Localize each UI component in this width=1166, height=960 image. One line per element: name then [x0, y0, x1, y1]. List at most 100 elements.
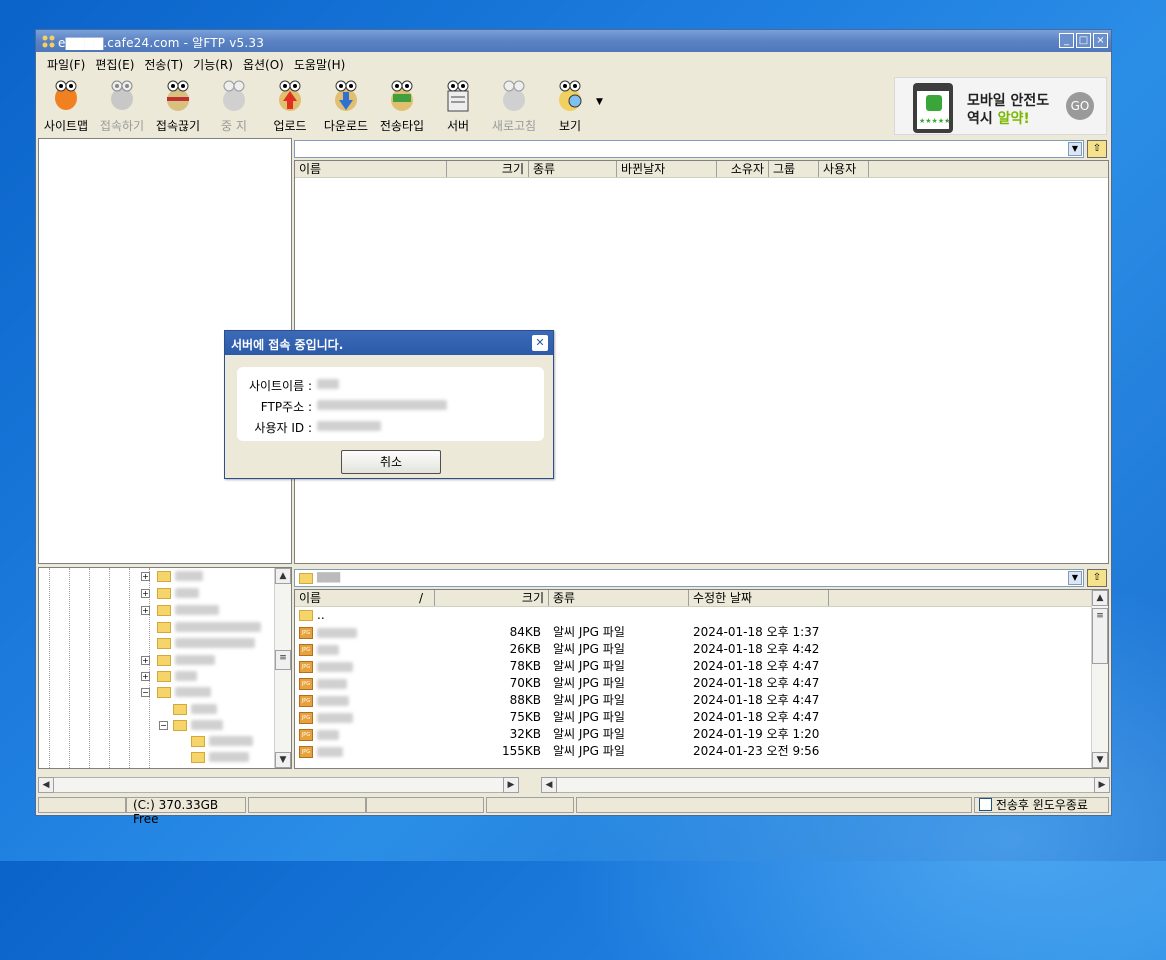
user-id-value	[317, 421, 381, 431]
remote-col-user[interactable]: 사용자	[819, 161, 869, 177]
file-size: 155KB	[501, 744, 541, 758]
toolbar-disconnect-label: 접속끊기	[155, 119, 201, 133]
folder-icon	[299, 610, 313, 621]
remote-col-type[interactable]: 종류	[529, 161, 617, 177]
local-col-size[interactable]: 크기	[437, 590, 549, 606]
status-cell-5	[486, 797, 574, 813]
local-file-list[interactable]: 이름 / 크기 종류 수정한 날짜 .. JPG 84KB 알씨 JPG 파일 202…	[294, 589, 1109, 769]
ad-banner[interactable]: ★★★★★ 모바일 안전도 역시 알약! GO	[894, 77, 1107, 135]
phone-icon: ★★★★★	[913, 83, 953, 133]
table-row[interactable]: JPG 32KB 알씨 JPG 파일 2024-01-19 오후 1:20	[295, 726, 1108, 743]
tree-scroll-up-icon[interactable]: ▲	[275, 568, 291, 584]
local-list-scrollbar[interactable]: ▲ ≡ ▼	[1091, 590, 1108, 768]
file-modified: 2024-01-18 오후 1:37	[693, 625, 820, 639]
sitemap-icon	[55, 80, 77, 110]
jpg-file-icon: JPG	[299, 644, 313, 656]
ad-go-button[interactable]: GO	[1066, 92, 1094, 120]
download-icon	[335, 80, 357, 111]
close-button[interactable]: ×	[1093, 33, 1108, 48]
shutdown-checkbox[interactable]	[979, 798, 992, 811]
file-size: 78KB	[509, 659, 541, 673]
toolbar-transfer-type-label: 전송타입	[379, 119, 425, 133]
table-row[interactable]: JPG 155KB 알씨 JPG 파일 2024-01-23 오전 9:56	[295, 743, 1108, 760]
table-row[interactable]: JPG 75KB 알씨 JPG 파일 2024-01-18 오후 4:47	[295, 709, 1108, 726]
toolbar-upload-button[interactable]: 업로드	[262, 75, 318, 133]
menu-options[interactable]: 옵션(O)	[238, 53, 289, 73]
remote-col-owner[interactable]: 소유자	[717, 161, 769, 177]
local-path-combo[interactable]: ▇▇▇ ▼	[294, 569, 1084, 587]
ad-line2: 역시 알약!	[967, 108, 1030, 128]
toolbar-server-button[interactable]: 서버	[430, 75, 486, 133]
remote-path-dropdown-icon[interactable]: ▼	[1068, 142, 1082, 156]
local-col-type[interactable]: 종류	[549, 590, 689, 606]
menu-help[interactable]: 도움말(H)	[289, 53, 351, 73]
list-item-parent[interactable]: ..	[295, 607, 1108, 624]
toolbar-more-dropdown-icon[interactable]: ▼	[596, 97, 603, 107]
ad-line2-highlight: 알약!	[997, 111, 1030, 127]
table-row[interactable]: JPG 88KB 알씨 JPG 파일 2024-01-18 오후 4:47	[295, 692, 1108, 709]
maximize-button[interactable]: □	[1076, 33, 1091, 48]
remote-col-size[interactable]: 크기	[447, 161, 529, 177]
local-folder-tree[interactable]: + + + + + − − ▲ ≡ ▼	[38, 567, 292, 769]
table-row[interactable]: JPG 70KB 알씨 JPG 파일 2024-01-18 오후 4:47	[295, 675, 1108, 692]
local-col-modified[interactable]: 수정한 날짜	[689, 590, 829, 606]
menu-file[interactable]: 파일(F)	[42, 53, 90, 73]
remote-parent-folder-button[interactable]: ⇧	[1087, 140, 1107, 158]
user-id-label: 사용자 ID :	[254, 421, 312, 435]
menu-function[interactable]: 기능(R)	[188, 53, 238, 73]
menu-edit[interactable]: 편집(E)	[90, 53, 139, 73]
toolbar-download-button[interactable]: 다운로드	[318, 75, 374, 133]
local-col-name[interactable]: 이름	[295, 590, 435, 606]
table-row[interactable]: JPG 26KB 알씨 JPG 파일 2024-01-18 오후 4:42	[295, 641, 1108, 658]
dialog-close-icon[interactable]: ✕	[532, 335, 548, 351]
remote-col-name[interactable]: 이름	[295, 161, 447, 177]
toolbar-view-button[interactable]: 보기	[542, 75, 598, 133]
file-type: 알씨 JPG 파일	[553, 710, 625, 724]
toolbar-transfer-type-button[interactable]: 전송타입	[374, 75, 430, 133]
remote-col-modified[interactable]: 바뀐날자	[617, 161, 717, 177]
file-type: 알씨 JPG 파일	[553, 659, 625, 673]
title-bar[interactable]: e▇▇▇▇.cafe24.com - 알FTP v5.33 _ □ ×	[36, 30, 1111, 52]
parent-dir-label: ..	[317, 608, 325, 622]
ftp-address-label: FTP주소 :	[260, 400, 312, 414]
local-parent-folder-button[interactable]: ⇧	[1087, 569, 1107, 587]
list-scroll-thumb[interactable]: ≡	[1092, 608, 1108, 664]
file-modified: 2024-01-18 오후 4:47	[693, 710, 820, 724]
toolbar-connect-button[interactable]: 접속하기	[94, 75, 150, 133]
list-hscroll-right-icon[interactable]: ▶	[1094, 777, 1110, 793]
local-path-dropdown-icon[interactable]: ▼	[1068, 571, 1082, 585]
toolbar-refresh-button[interactable]: 새로고침	[486, 75, 542, 133]
stop-icon	[223, 80, 245, 111]
site-name-value	[317, 379, 339, 389]
remote-path-combo[interactable]: ▼	[294, 140, 1084, 158]
file-name	[317, 628, 357, 638]
toolbar-disconnect-button[interactable]: 접속끊기	[150, 75, 206, 133]
tree-scroll-thumb[interactable]: ≡	[275, 650, 291, 670]
list-hscroll-left-icon[interactable]: ◀	[541, 777, 557, 793]
hscroll-right-icon[interactable]: ▶	[503, 777, 519, 793]
minimize-button[interactable]: _	[1059, 33, 1074, 48]
toolbar-download-label: 다운로드	[323, 119, 369, 133]
shutdown-after-transfer[interactable]: 전송후 윈도우종료	[974, 797, 1109, 813]
list-scroll-up-icon[interactable]: ▲	[1092, 590, 1108, 606]
file-modified: 2024-01-18 오후 4:42	[693, 642, 820, 656]
toolbar-sitemap-button[interactable]: 사이트맵	[38, 75, 94, 133]
toolbar-stop-button[interactable]: 중 지	[206, 75, 262, 133]
tree-scroll-down-icon[interactable]: ▼	[275, 752, 291, 768]
hscroll-left-icon[interactable]: ◀	[38, 777, 54, 793]
dialog-title-bar[interactable]: 서버에 접속 중입니다. ✕	[225, 331, 553, 355]
table-row[interactable]: JPG 78KB 알씨 JPG 파일 2024-01-18 오후 4:47	[295, 658, 1108, 675]
cancel-button[interactable]: 취소	[341, 450, 441, 474]
menu-transfer[interactable]: 전송(T)	[139, 53, 188, 73]
remote-col-group[interactable]: 그룹	[769, 161, 819, 177]
file-size: 70KB	[509, 676, 541, 690]
local-list-hscroll[interactable]: ◀ ▶	[541, 777, 1110, 793]
file-modified: 2024-01-23 오전 9:56	[693, 744, 820, 758]
local-tree-scrollbar[interactable]: ▲ ≡ ▼	[274, 568, 291, 768]
file-type: 알씨 JPG 파일	[553, 727, 625, 741]
list-scroll-down-icon[interactable]: ▼	[1092, 752, 1108, 768]
app-window: e▇▇▇▇.cafe24.com - 알FTP v5.33 _ □ × 파일(F…	[35, 29, 1112, 826]
refresh-icon	[503, 80, 525, 111]
table-row[interactable]: JPG 84KB 알씨 JPG 파일 2024-01-18 오후 1:37	[295, 624, 1108, 641]
local-tree-hscroll[interactable]: ◀ ▶	[38, 777, 519, 793]
